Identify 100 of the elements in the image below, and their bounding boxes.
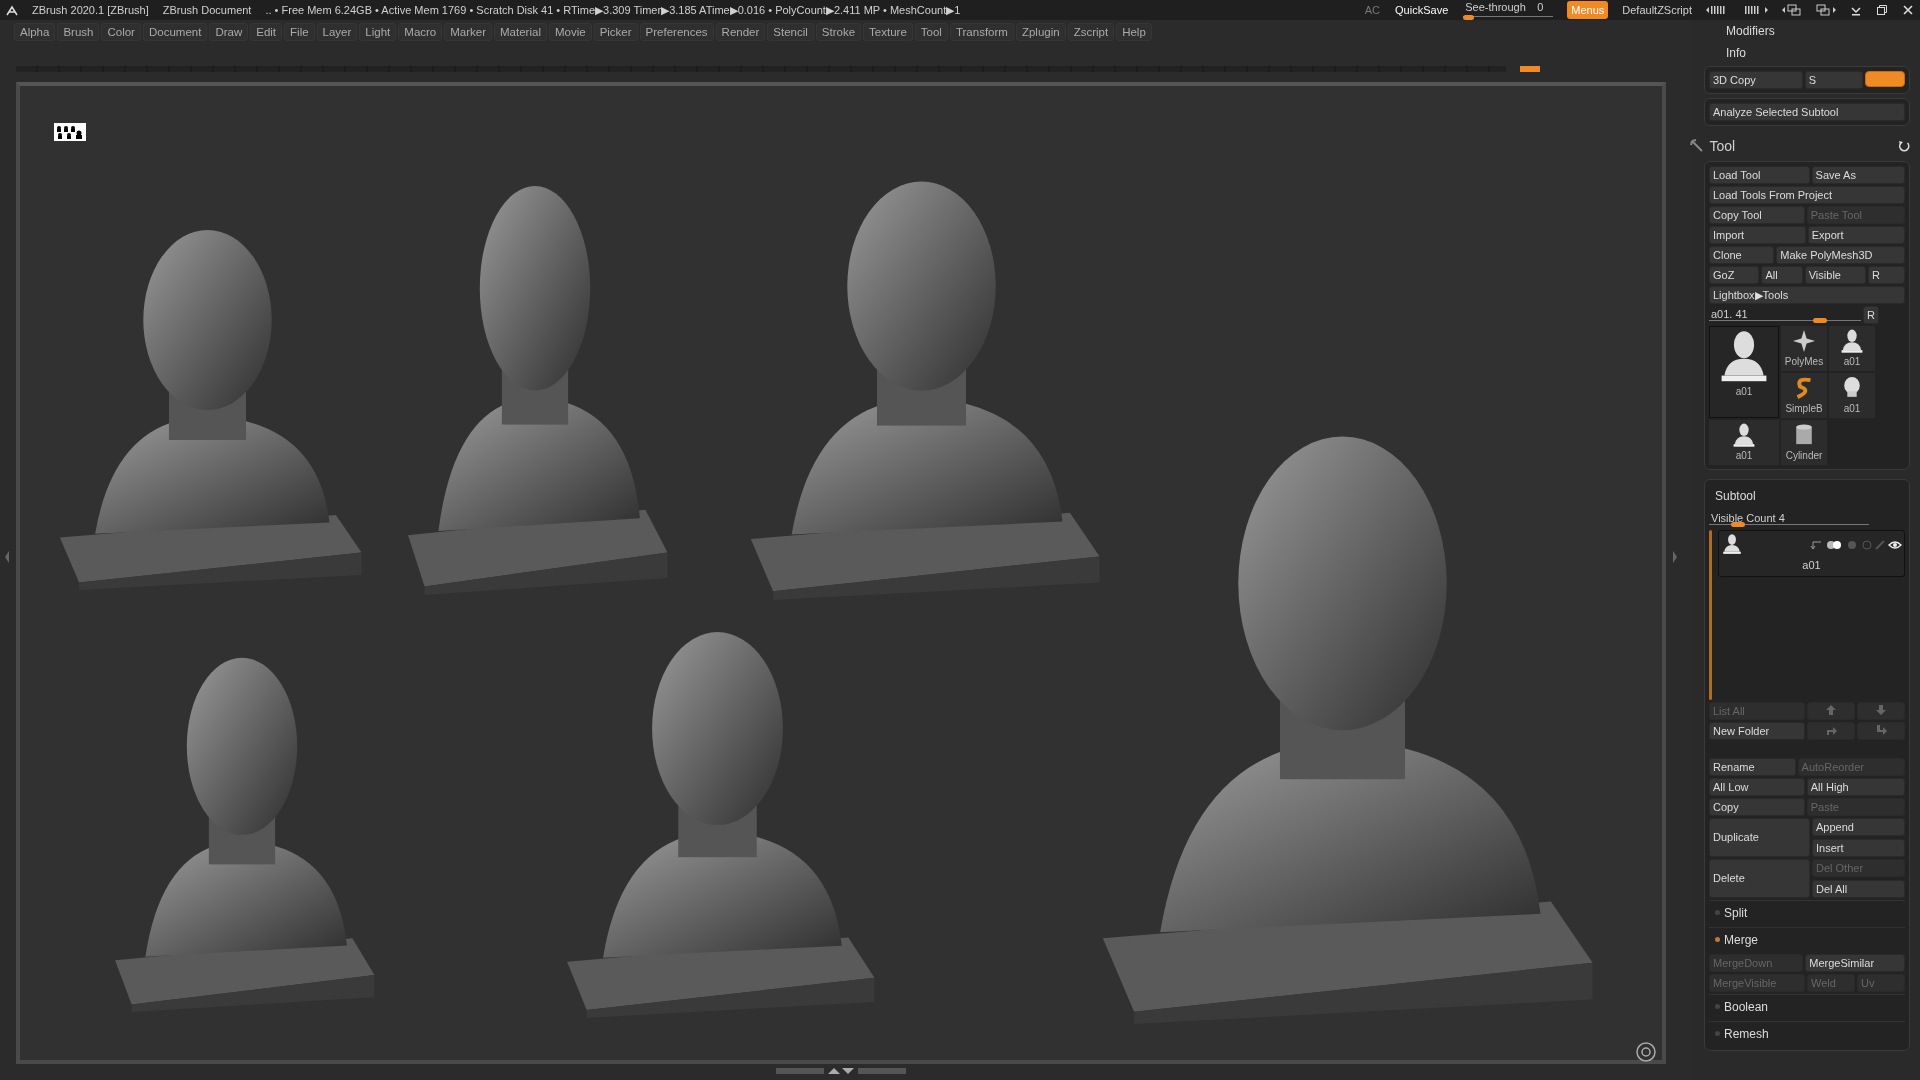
- panel-button[interactable]: Save As: [1811, 165, 1905, 184]
- window-layout-icon[interactable]: [1782, 3, 1802, 17]
- panel-button[interactable]: R: [1868, 265, 1905, 284]
- thumbnail-label: Cylinder: [1785, 448, 1823, 463]
- visible-count-slider[interactable]: Visible Count 4: [1709, 510, 1869, 528]
- panel-button[interactable]: GoZ: [1709, 265, 1760, 284]
- panel-header[interactable]: Info: [1704, 44, 1910, 62]
- thumbnail-label: a01: [1735, 448, 1753, 463]
- panel-button[interactable]: Load Tools From Project: [1709, 185, 1905, 204]
- tool-section-title[interactable]: Tool: [1709, 135, 1736, 157]
- collapse-left-arrow-icon[interactable]: [4, 550, 10, 564]
- menu-item[interactable]: Tool: [914, 23, 948, 41]
- reset-r-button[interactable]: R: [1863, 305, 1879, 324]
- panel-header[interactable]: Modifiers: [1704, 22, 1910, 40]
- tool-thumbnail[interactable]: Cylinder: [1781, 419, 1827, 465]
- panel-button[interactable]: All Low: [1709, 778, 1805, 796]
- menu-item[interactable]: Color: [101, 23, 141, 41]
- visible-count-label: Visible Count 4: [1711, 511, 1785, 526]
- menu-item[interactable]: Material: [494, 23, 547, 41]
- panel-button[interactable]: Clone: [1709, 245, 1775, 264]
- menu-item[interactable]: Macro: [398, 23, 443, 41]
- arrow-down-icon: [1875, 704, 1887, 716]
- eye-icon[interactable]: [1888, 540, 1902, 550]
- menu-item[interactable]: Layer: [316, 23, 358, 41]
- tool-slider[interactable]: a01. 41: [1709, 305, 1861, 324]
- status-stats: .. • Free Mem 6.24GB • Active Mem 1769 • Scratch Disk 41 • RTime▶3.309 Timer▶3.185 ATime▶0.016 • PolyCount▶2.411 MP • MeshCount▶1: [265, 2, 961, 18]
- arrow-icon[interactable]: [1810, 540, 1823, 550]
- panel-button[interactable]: Rename: [1709, 758, 1796, 776]
- menu-item[interactable]: Document: [142, 23, 208, 41]
- menu-item[interactable]: Zplugin: [1015, 23, 1066, 41]
- menu-item[interactable]: File: [284, 23, 315, 41]
- section-header[interactable]: Merge: [1724, 930, 1758, 949]
- menu-item[interactable]: Transform: [949, 23, 1014, 41]
- menu-item[interactable]: Movie: [548, 23, 592, 41]
- s-button[interactable]: S: [1804, 71, 1863, 89]
- tool-thumbnail[interactable]: a01: [1709, 325, 1779, 418]
- bust-thumbnails-icon[interactable]: [54, 123, 86, 141]
- panel-button[interactable]: Lightbox▶Tools: [1709, 285, 1905, 304]
- see-through-label: See-through: [1465, 0, 1526, 13]
- menu-item[interactable]: Preferences: [639, 23, 714, 41]
- analyze-subtool-button[interactable]: Analyze Selected Subtool: [1709, 103, 1905, 121]
- subtool-scrollbar[interactable]: [1709, 530, 1712, 700]
- default-zscript-label: DefaultZScript: [1622, 2, 1692, 18]
- document-title: ZBrush Document: [162, 2, 252, 18]
- panel-button[interactable]: Visible: [1804, 265, 1866, 284]
- subtool-item[interactable]: a01: [1718, 530, 1905, 577]
- menu-item[interactable]: Brush: [57, 23, 100, 41]
- panel-button[interactable]: Delete: [1709, 858, 1810, 898]
- panel-button[interactable]: All: [1761, 265, 1803, 284]
- menu-item[interactable]: Help: [1116, 23, 1152, 41]
- tool-thumbnail[interactable]: a01: [1709, 419, 1779, 465]
- panel-button[interactable]: Export: [1807, 225, 1905, 244]
- panel-button[interactable]: Del All: [1812, 879, 1905, 898]
- panel-button[interactable]: Insert: [1812, 838, 1905, 857]
- target-circle-icon[interactable]: [1635, 1041, 1657, 1063]
- section-header[interactable]: Split: [1724, 903, 1748, 922]
- turn-arrow-icon: [1875, 724, 1887, 736]
- tool-thumbnail[interactable]: SimpleB: [1781, 372, 1827, 418]
- panel-button[interactable]: Copy: [1709, 798, 1805, 816]
- timeline-scrubber-icon[interactable]: [776, 1066, 906, 1076]
- expand-width-icon[interactable]: [1744, 4, 1768, 16]
- panel-button[interactable]: All High: [1806, 778, 1905, 796]
- thumbnail-label: a01: [1843, 401, 1861, 416]
- tool-thumbnail[interactable]: a01: [1829, 325, 1875, 371]
- menu-item[interactable]: Stroke: [815, 23, 862, 41]
- quicksave-button[interactable]: QuickSave: [1394, 0, 1450, 20]
- reset-icon[interactable]: [1898, 140, 1910, 152]
- value-field[interactable]: [1865, 71, 1905, 87]
- panel-button[interactable]: Make PolyMesh3D: [1776, 245, 1905, 264]
- menu-item[interactable]: Zscript: [1067, 23, 1115, 41]
- menu-item[interactable]: Draw: [209, 23, 249, 41]
- 3d-copy-button[interactable]: 3D Copy: [1709, 71, 1803, 89]
- panel-button[interactable]: Import: [1709, 225, 1806, 244]
- panel-button[interactable]: Copy Tool: [1709, 205, 1805, 224]
- menu-item[interactable]: Light: [359, 23, 397, 41]
- tool-thumbnail[interactable]: PolyMes: [1781, 325, 1827, 371]
- collapse-right-arrow-icon[interactable]: [1672, 550, 1678, 564]
- menu-item[interactable]: Stencil: [767, 23, 814, 41]
- restore-icon[interactable]: [1876, 4, 1888, 16]
- window-layout-icon[interactable]: [1816, 3, 1836, 17]
- panel-button[interactable]: New Folder: [1709, 722, 1805, 740]
- see-through-slider[interactable]: See-through 0: [1463, 0, 1554, 20]
- menu-item[interactable]: Render: [715, 23, 766, 41]
- subtool-name: a01: [1801, 558, 1822, 573]
- circles-toggle-icon[interactable]: [1825, 540, 1843, 550]
- panel-button[interactable]: MergeSimilar: [1805, 953, 1905, 972]
- close-icon[interactable]: [1902, 4, 1914, 16]
- section-header[interactable]: Remesh: [1724, 1024, 1769, 1043]
- subtool-section-title[interactable]: Subtool: [1709, 484, 1905, 508]
- section-header[interactable]: Boolean: [1724, 997, 1769, 1016]
- menu-item[interactable]: Marker: [444, 23, 493, 41]
- panel-button[interactable]: Load Tool: [1709, 165, 1810, 184]
- tool-thumbnail[interactable]: a01: [1829, 372, 1875, 418]
- menu-item[interactable]: Picker: [593, 23, 638, 41]
- minimize-icon[interactable]: [1850, 4, 1862, 16]
- menu-item[interactable]: Alpha: [14, 23, 56, 41]
- panel-button[interactable]: Duplicate: [1709, 818, 1810, 857]
- menu-item[interactable]: Edit: [250, 23, 283, 41]
- panel-button[interactable]: Append: [1812, 818, 1905, 836]
- menu-item[interactable]: Texture: [863, 23, 913, 41]
